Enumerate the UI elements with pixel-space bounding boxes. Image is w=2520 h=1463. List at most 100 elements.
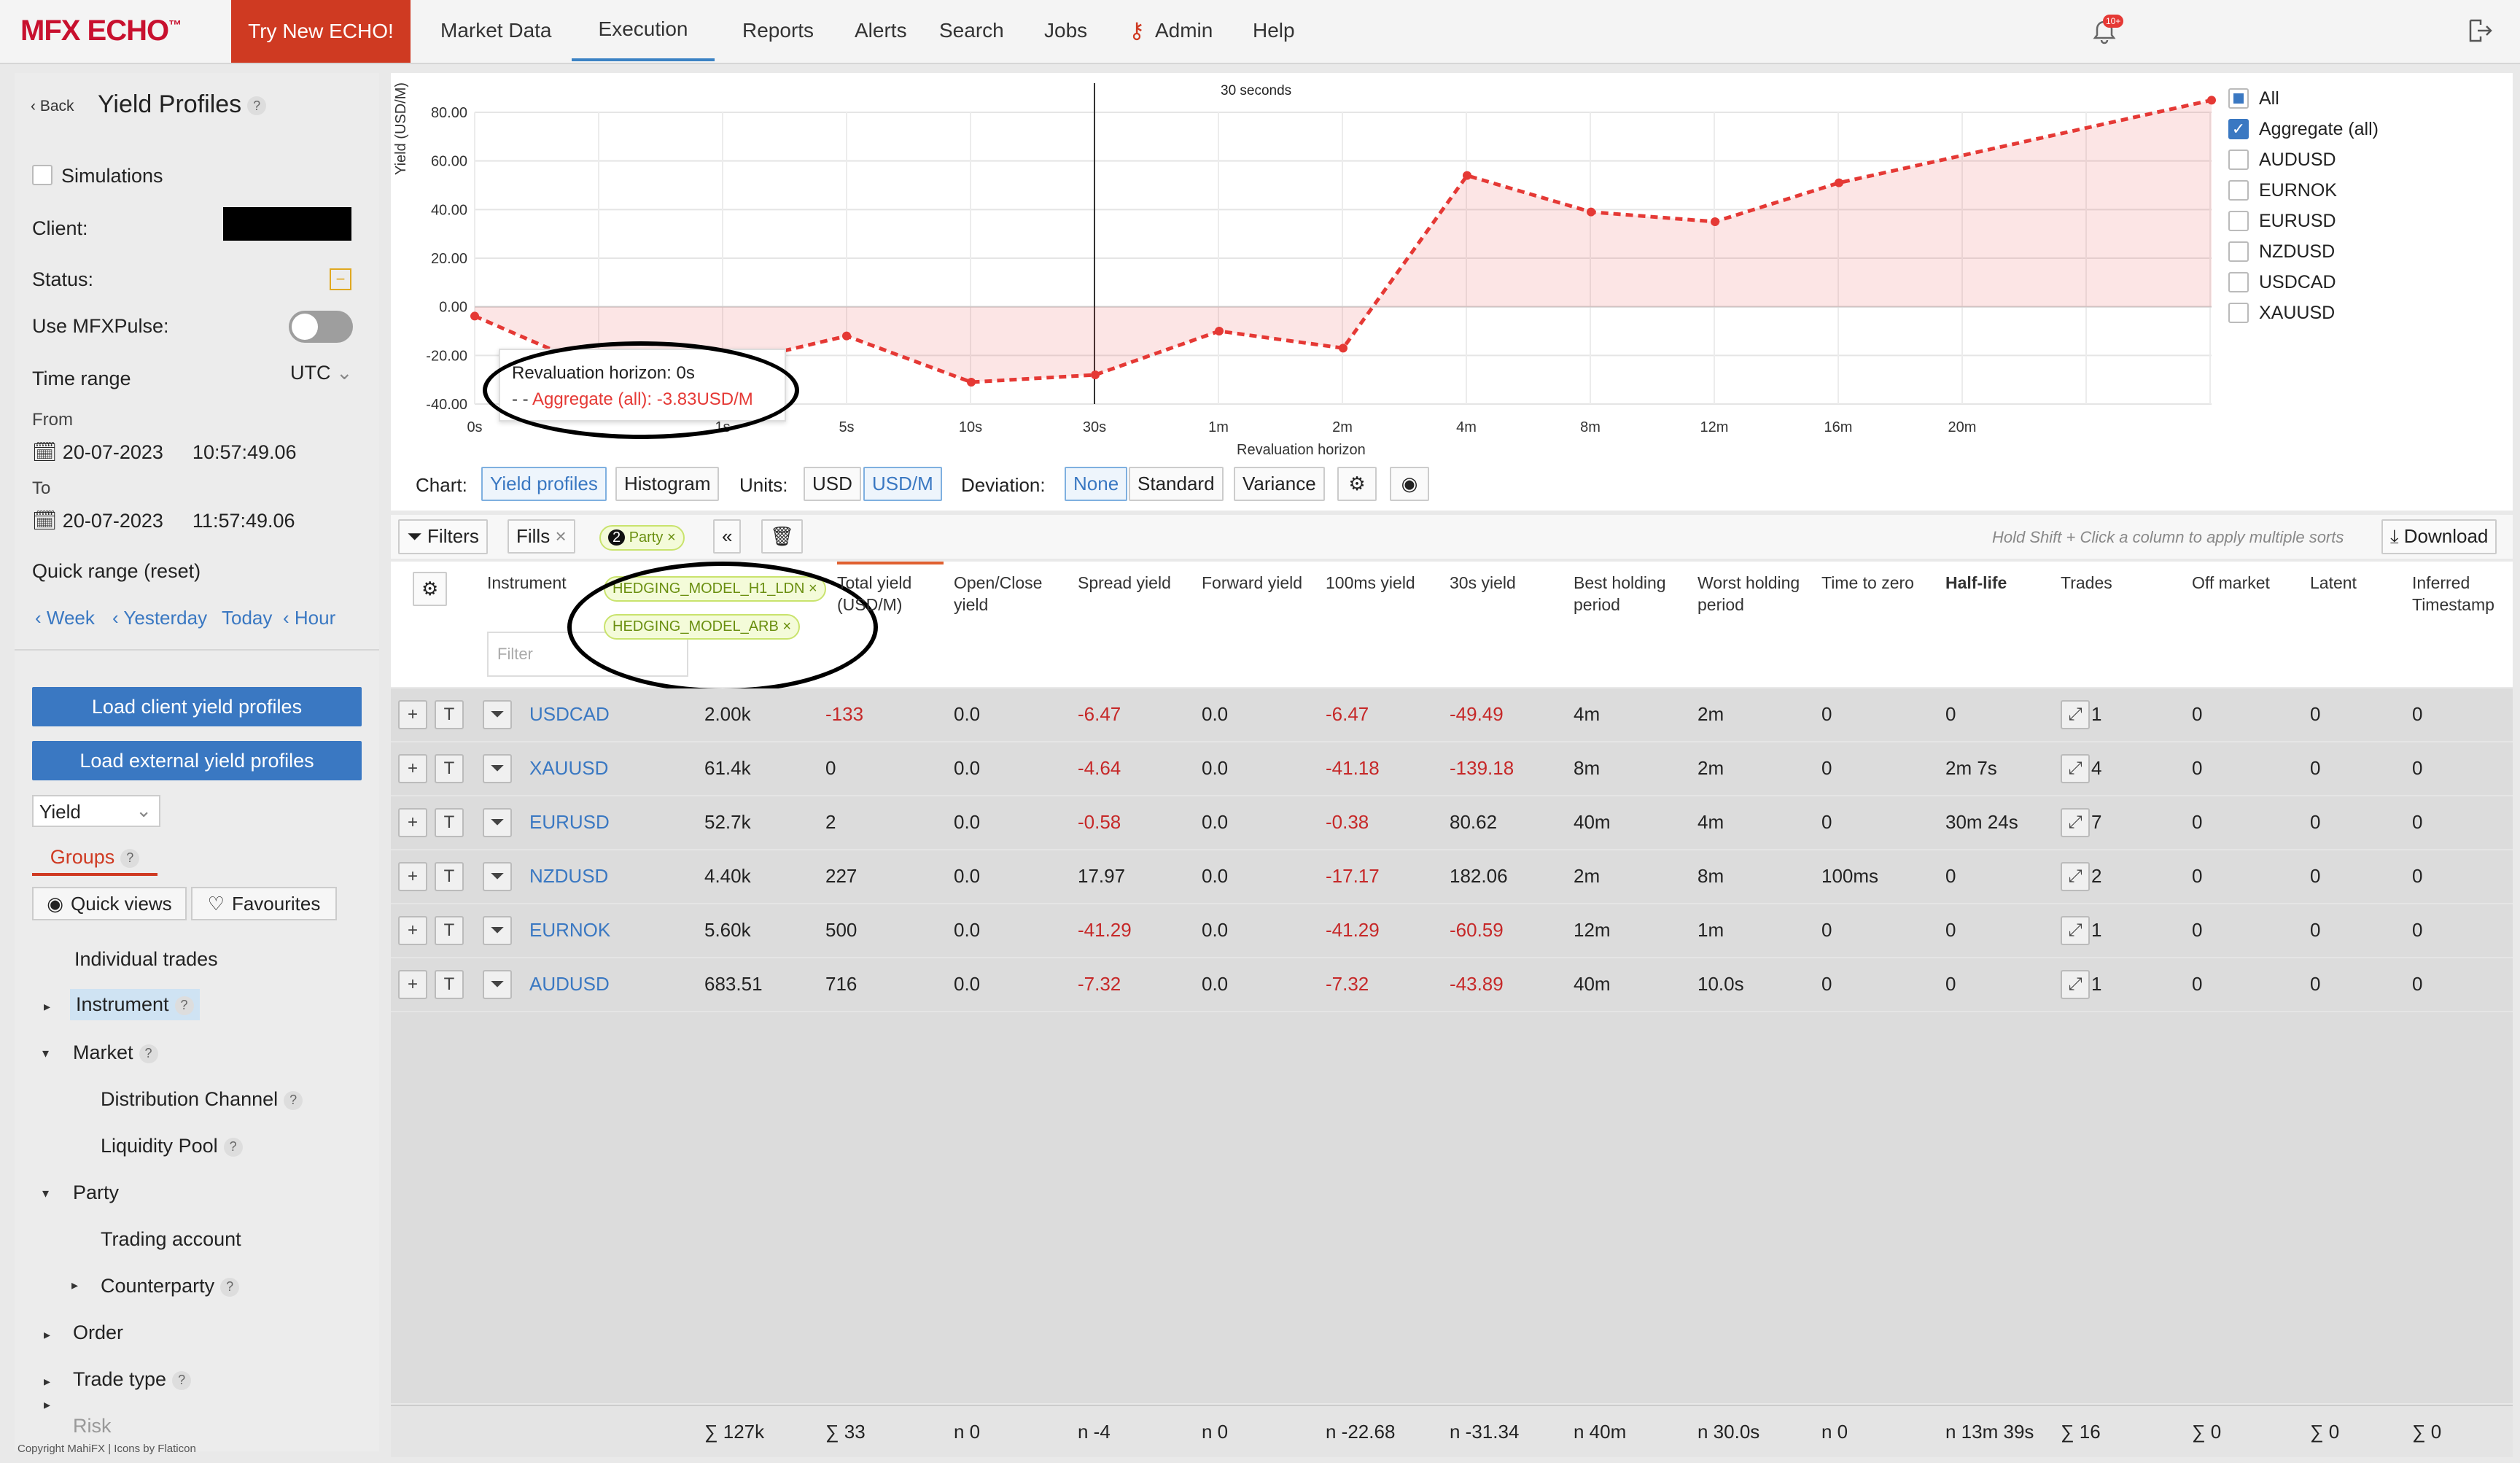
nav-execution[interactable]: Execution (572, 0, 715, 61)
client-select[interactable] (223, 207, 351, 241)
gear-icon[interactable]: ⚙ (1337, 467, 1377, 501)
favourites-button[interactable]: ♡ Favourites (191, 887, 337, 920)
column-settings-gear-icon[interactable]: ⚙ (413, 572, 448, 606)
fills-filter-chip[interactable]: Fills × (508, 519, 575, 554)
status-minus-icon[interactable]: − (330, 268, 351, 290)
filter-icon[interactable]: ⏷ (483, 754, 512, 783)
help-icon[interactable]: ? (247, 96, 267, 116)
tree-instrument[interactable]: Instrument? (70, 989, 200, 1020)
plus-icon[interactable]: + (398, 862, 427, 891)
text-icon[interactable]: T (435, 916, 464, 945)
load-external-yield-button[interactable]: Load external yield profiles (32, 741, 362, 780)
legend-item[interactable]: AUDUSD (2228, 144, 2447, 175)
units-usdm-toggle[interactable]: USD/M (863, 467, 942, 501)
quick-range-today[interactable]: Today (222, 607, 272, 629)
filter-icon[interactable]: ⏷ (483, 862, 512, 891)
chevron-right-icon[interactable]: ▸ (44, 1397, 50, 1413)
instrument-link[interactable]: EURUSD (529, 811, 610, 834)
table-row[interactable]: + T ⏷ USDCAD ⤢ 2.00k -133 0.0 -6.47 0.0 -6.47 -49.4… (391, 688, 2513, 742)
legend-item[interactable]: All (2228, 83, 2447, 114)
col-30s-yield[interactable]: 30s yield (1450, 572, 1559, 594)
quick-range-label[interactable]: Quick range (reset) (32, 560, 201, 583)
yield-select[interactable]: Yield ⌄ (32, 795, 160, 827)
table-row[interactable]: + T ⏷ XAUUSD ⤢ 61.4k 0 0.0 -4.64 0.0 -41.18 -139.18… (391, 742, 2513, 796)
tree-individual-trades[interactable]: Individual trades (74, 948, 218, 971)
deviation-standard-toggle[interactable]: Standard (1129, 467, 1224, 501)
instrument-link[interactable]: XAUUSD (529, 757, 608, 780)
text-icon[interactable]: T (435, 700, 464, 729)
legend-checkbox[interactable] (2228, 211, 2249, 231)
table-row[interactable]: + T ⏷ NZDUSD ⤢ 4.40k 227 0.0 17.97 0.0 -17.17 182.0… (391, 850, 2513, 904)
legend-item[interactable]: ✓ Aggregate (all) (2228, 114, 2447, 144)
tree-risk[interactable]: Risk (73, 1415, 112, 1437)
legend-checkbox[interactable] (2228, 150, 2249, 170)
tree-liquidity-pool[interactable]: Liquidity Pool? (101, 1135, 243, 1157)
legend-checkbox[interactable] (2228, 241, 2249, 262)
tree-counterparty[interactable]: Counterparty? (101, 1275, 240, 1297)
histogram-toggle[interactable]: Histogram (615, 467, 720, 501)
instrument-link[interactable]: EURNOK (529, 919, 610, 942)
chevron-down-icon[interactable]: ▾ (42, 1046, 49, 1061)
filter-icon[interactable]: ⏷ (483, 970, 512, 999)
quick-views-button[interactable]: ◉ Quick views (32, 887, 187, 920)
download-button[interactable]: ⤓ Download (2381, 519, 2497, 554)
expand-trades-icon[interactable]: ⤢ (2061, 970, 2090, 999)
tree-party[interactable]: Party (73, 1181, 119, 1204)
filter-icon[interactable]: ⏷ (483, 808, 512, 837)
plus-icon[interactable]: + (398, 808, 427, 837)
legend-item[interactable]: NZDUSD (2228, 236, 2447, 267)
legend-item[interactable]: USDCAD (2228, 267, 2447, 298)
chevron-right-icon[interactable]: ▸ (44, 999, 50, 1014)
party-filter-chip[interactable]: 2 Party × (599, 525, 685, 551)
col-latent[interactable]: Latent (2310, 572, 2398, 594)
filters-button[interactable]: ⏷ Filters (398, 519, 488, 554)
text-icon[interactable]: T (435, 754, 464, 783)
col-best-holding-period[interactable]: Best holding period (1574, 572, 1683, 616)
legend-item[interactable]: EURNOK (2228, 175, 2447, 206)
help-icon[interactable]: ? (174, 996, 194, 1015)
tree-market[interactable]: Market? (73, 1041, 158, 1064)
text-icon[interactable]: T (435, 970, 464, 999)
legend-checkbox[interactable] (2228, 303, 2249, 323)
nav-reports[interactable]: Reports (742, 0, 814, 61)
notifications-bell-icon[interactable]: 10+ (2090, 15, 2124, 47)
expand-trades-icon[interactable]: ⤢ (2061, 754, 2090, 783)
instrument-link[interactable]: NZDUSD (529, 865, 608, 888)
expand-trades-icon[interactable]: ⤢ (2061, 916, 2090, 945)
quick-range-hour[interactable]: ‹ Hour (283, 607, 335, 629)
table-row[interactable]: + T ⏷ EURNOK ⤢ 5.60k 500 0.0 -41.29 0.0 -41.29 -60.… (391, 904, 2513, 958)
col-off-market[interactable]: Off market (2192, 572, 2301, 594)
to-datetime[interactable]: 🗓 20-07-2023 11:57:49.06 (32, 509, 295, 532)
text-icon[interactable]: T (435, 808, 464, 837)
expand-trades-icon[interactable]: ⤢ (2061, 700, 2090, 729)
instrument-link[interactable]: AUDUSD (529, 973, 610, 996)
trash-icon[interactable]: 🗑 (761, 519, 804, 554)
plus-icon[interactable]: + (398, 700, 427, 729)
help-icon[interactable]: ? (172, 1370, 192, 1390)
legend-item[interactable]: EURUSD (2228, 206, 2447, 236)
col-total-yield[interactable]: Total yield (USD/M) (837, 572, 939, 616)
col-time-to-zero[interactable]: Time to zero (1821, 572, 1938, 594)
quick-range-yesterday[interactable]: ‹ Yesterday (112, 607, 207, 629)
legend-checkbox[interactable] (2228, 88, 2249, 109)
plus-icon[interactable]: + (398, 916, 427, 945)
collapse-left-icon[interactable]: « (713, 519, 742, 554)
legend-item[interactable]: XAUUSD (2228, 298, 2447, 328)
plus-icon[interactable]: + (398, 754, 427, 783)
filter-icon[interactable]: ⏷ (483, 700, 512, 729)
yield-profiles-toggle[interactable]: Yield profiles (481, 467, 607, 501)
help-icon[interactable]: ? (139, 1044, 158, 1063)
col-half-life[interactable]: Half-life (1945, 572, 2048, 594)
load-client-yield-button[interactable]: Load client yield profiles (32, 687, 362, 726)
col-worst-holding-period[interactable]: Worst holding period (1698, 572, 1814, 616)
col-trades[interactable]: Trades (2061, 572, 2177, 594)
nav-help[interactable]: Help (1253, 0, 1295, 61)
deviation-variance-toggle[interactable]: Variance (1234, 467, 1325, 501)
instrument-link[interactable]: USDCAD (529, 703, 610, 726)
plus-icon[interactable]: + (398, 970, 427, 999)
mfx-echo-logo[interactable]: MFX ECHO™ (20, 15, 182, 47)
deviation-none-toggle[interactable]: None (1065, 467, 1128, 501)
simulations-checkbox[interactable] (32, 165, 52, 185)
tree-trade-type[interactable]: Trade type? (73, 1368, 192, 1391)
legend-checkbox[interactable]: ✓ (2228, 119, 2249, 139)
